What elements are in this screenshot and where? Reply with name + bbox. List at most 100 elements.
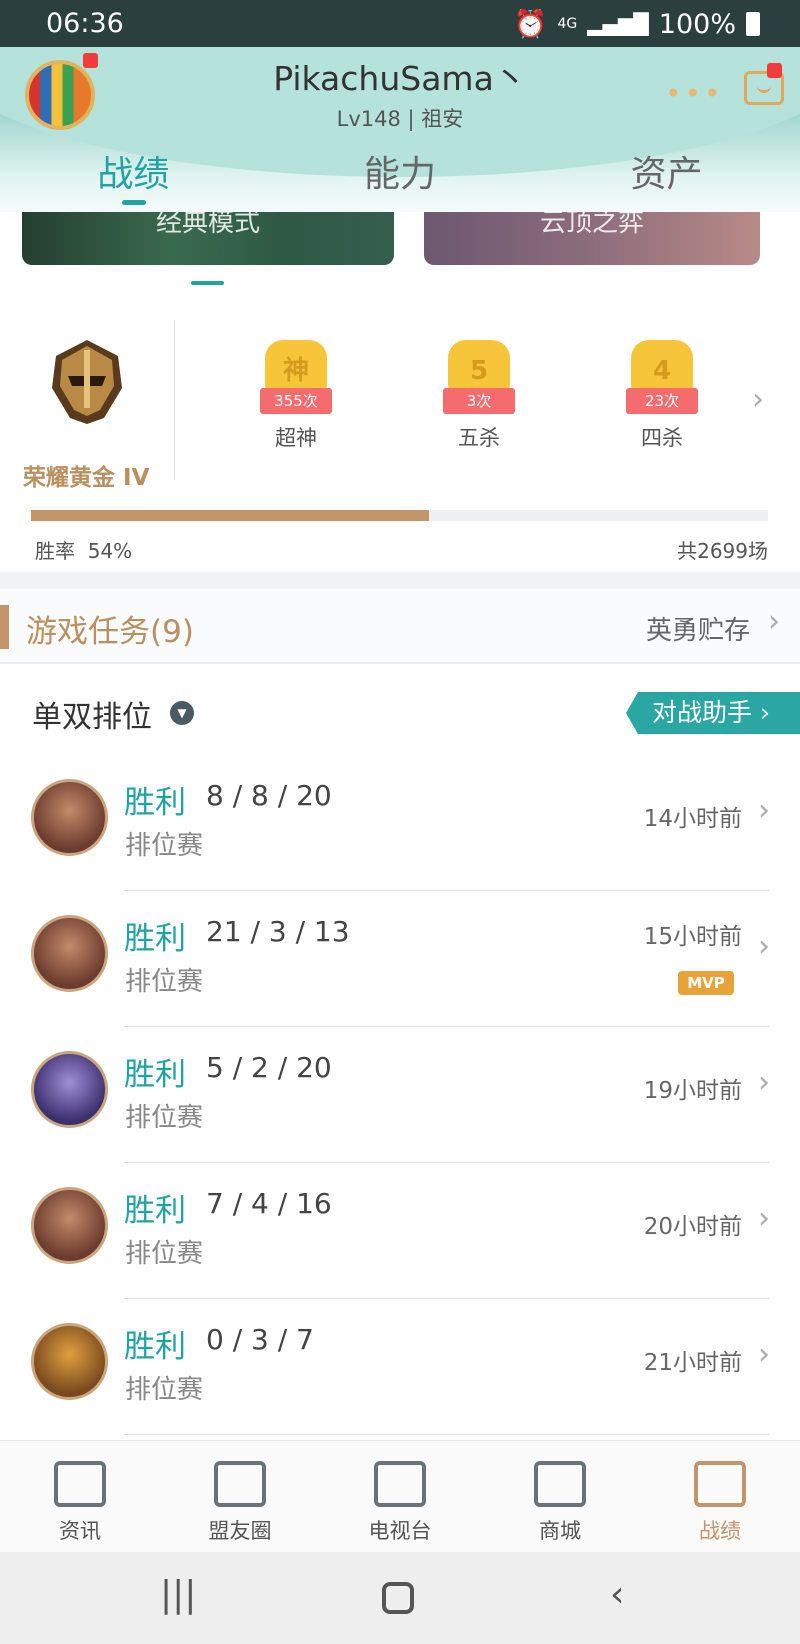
more-icon[interactable]: ••• — [665, 77, 724, 110]
match-time: 14小时前 — [643, 806, 742, 832]
match-mode: 排位赛 — [125, 1103, 204, 1133]
nav-record[interactable]: 战绩 — [640, 1441, 800, 1552]
carousel-indicator — [191, 281, 224, 285]
status-icons: ⏰ 4G ▂▄▆█ 100% — [514, 8, 760, 40]
honor-legendary[interactable]: 神 355次 超神 — [241, 340, 351, 452]
tab-indicator — [122, 200, 146, 205]
rank-emblem-icon[interactable] — [48, 338, 126, 426]
honor-label: 超神 — [275, 426, 317, 450]
match-row[interactable]: 胜利 5 / 2 / 20 排位赛 19小时前 › — [0, 1027, 800, 1163]
nav-label: 电视台 — [368, 1519, 432, 1543]
chevron-right-icon: › — [758, 793, 770, 828]
match-row[interactable]: 胜利 7 / 4 / 16 排位赛 20小时前 › — [0, 1163, 800, 1299]
back-icon[interactable]: ‹ — [610, 1574, 624, 1615]
network-indicator: 4G — [557, 16, 578, 32]
match-row[interactable]: 胜利 8 / 8 / 20 排位赛 14小时前 › — [0, 755, 800, 891]
match-row[interactable]: 胜利 0 / 3 / 7 排位赛 21小时前 › — [0, 1299, 800, 1435]
win-rate-label: 胜率 — [35, 539, 75, 563]
book-icon — [54, 1461, 106, 1507]
match-kda: 7 / 4 / 16 — [206, 1187, 332, 1220]
profile-header: PikachuSama丶 Lv148 | 祖安 ••• 战绩 能力 资产 — [0, 47, 800, 212]
match-mode: 排位赛 — [125, 1239, 204, 1269]
champion-avatar — [31, 1187, 108, 1264]
honor-quadrakill[interactable]: 4 23次 四杀 — [607, 340, 717, 452]
divider — [124, 1434, 769, 1435]
match-result: 胜利 — [124, 921, 186, 957]
win-rate-value: 54% — [87, 539, 133, 563]
honor-label: 四杀 — [641, 426, 683, 450]
chevron-right-icon[interactable]: › — [752, 382, 764, 417]
tab-ability[interactable]: 能力 — [267, 145, 534, 205]
battery-level: 100% — [658, 8, 736, 40]
rank-name: 荣耀黄金 IV — [23, 465, 150, 491]
match-result: 胜利 — [124, 1329, 186, 1365]
nav-label: 盟友圈 — [208, 1519, 272, 1543]
nav-friends[interactable]: 盟友圈 — [160, 1441, 320, 1552]
chevron-right-icon: › — [758, 1065, 770, 1100]
tab-assets[interactable]: 资产 — [533, 145, 800, 205]
champion-avatar — [31, 779, 108, 856]
alarm-icon: ⏰ — [513, 9, 548, 40]
match-time: 20小时前 — [643, 1214, 742, 1240]
total-games: 共2699场 — [677, 539, 768, 563]
mode-card-tft[interactable]: 云顶之弈 — [424, 212, 760, 265]
match-result: 胜利 — [124, 1057, 186, 1093]
status-bar: 06:36 ⏰ 4G ▂▄▆█ 100% — [0, 0, 800, 47]
mode-label: 云顶之弈 — [539, 212, 644, 238]
champion-avatar — [31, 1051, 108, 1128]
match-time: 15小时前 — [643, 924, 742, 950]
match-mode: 排位赛 — [125, 967, 204, 997]
battery-icon — [746, 12, 760, 36]
message-notification-dot — [767, 63, 782, 78]
chevron-right-icon: › — [758, 929, 770, 964]
match-mode: 排位赛 — [125, 1375, 204, 1405]
match-time: 21小时前 — [643, 1350, 742, 1376]
mode-card-classic[interactable]: 经典模式 — [22, 212, 394, 265]
match-kda: 8 / 8 / 20 — [206, 779, 332, 812]
game-tasks-row[interactable]: 游戏任务(9) 英勇贮存 › — [0, 589, 800, 664]
nav-shop[interactable]: 商城 — [480, 1441, 640, 1552]
tab-record[interactable]: 战绩 — [0, 145, 267, 205]
champion-avatar — [31, 915, 108, 992]
win-rate: 胜率 54% — [35, 535, 132, 564]
champion-avatar — [31, 1323, 108, 1400]
game-tasks-title: 游戏任务(9) — [26, 614, 194, 650]
system-nav-bar: ||| ‹ — [0, 1552, 800, 1644]
bottom-nav: 资讯 盟友圈 电视台 商城 战绩 — [0, 1440, 800, 1552]
shop-icon — [534, 1461, 586, 1507]
tab-bar: 战绩 能力 资产 — [0, 145, 800, 205]
honor-count: 3次 — [443, 388, 515, 414]
win-rate-bar-fill — [31, 510, 429, 521]
chevron-right-icon: › — [758, 1337, 770, 1372]
divider — [174, 320, 175, 480]
section-gap — [0, 572, 800, 589]
match-kda: 21 / 3 / 13 — [206, 915, 350, 948]
queue-title[interactable]: 单双排位 — [32, 692, 152, 736]
match-kda: 0 / 3 / 7 — [206, 1323, 314, 1356]
chat-heart-icon — [214, 1461, 266, 1507]
honor-pentakill[interactable]: 5 3次 五杀 — [424, 340, 534, 452]
recent-apps-icon[interactable]: ||| — [160, 1574, 196, 1615]
honor-label: 五杀 — [458, 426, 500, 450]
mvp-badge: MVP — [678, 971, 734, 995]
honor-count: 355次 — [260, 388, 332, 414]
home-icon[interactable] — [382, 1582, 414, 1614]
shield-icon — [694, 1461, 746, 1507]
honor-count: 23次 — [626, 388, 698, 414]
nav-news[interactable]: 资讯 — [0, 1441, 160, 1552]
battle-assistant-button[interactable]: 对战助手 › — [626, 692, 800, 734]
win-rate-bar — [31, 510, 768, 521]
chevron-down-icon[interactable]: ▼ — [170, 701, 194, 725]
nav-label: 商城 — [539, 1519, 581, 1543]
section-marker — [0, 605, 9, 649]
nav-label: 战绩 — [699, 1519, 741, 1543]
valor-storage-link[interactable]: 英勇贮存 — [646, 610, 750, 647]
mode-label: 经典模式 — [155, 212, 260, 238]
chevron-right-icon: › — [768, 604, 780, 639]
match-kda: 5 / 2 / 20 — [206, 1051, 332, 1084]
match-mode: 排位赛 — [125, 831, 204, 861]
match-row[interactable]: 胜利 21 / 3 / 13 排位赛 15小时前 MVP › — [0, 891, 800, 1027]
nav-tv[interactable]: 电视台 — [320, 1441, 480, 1552]
match-result: 胜利 — [124, 1193, 186, 1229]
match-time: 19小时前 — [643, 1078, 742, 1104]
